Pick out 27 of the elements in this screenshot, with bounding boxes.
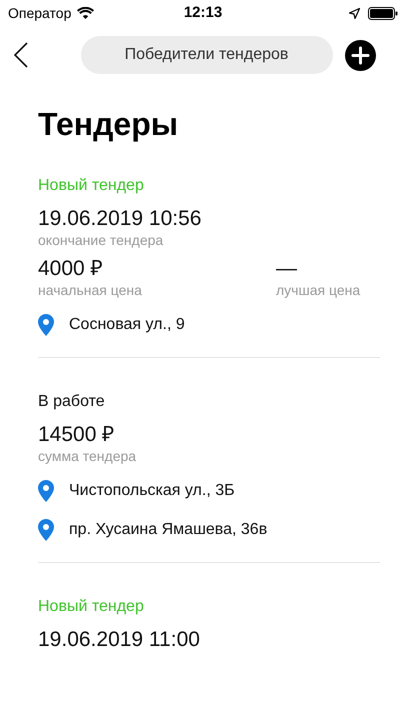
tender-status: В работе [38, 392, 106, 412]
carrier-name: Оператор [8, 4, 72, 23]
back-button[interactable] [14, 42, 28, 68]
clock: 12:13 [184, 2, 222, 23]
battery-icon [368, 6, 398, 20]
field-label: лучшая цена [276, 281, 360, 299]
price-value: 14500 ₽ [38, 423, 116, 447]
field-label: сумма тендера [38, 447, 136, 465]
tender-status: Новый тендер [38, 176, 145, 196]
tender-end-date: 19.06.2019 10:56 [38, 207, 202, 231]
location-pin-icon [38, 314, 54, 336]
winners-filter-button[interactable]: Победители тендеров [80, 36, 332, 74]
field-label: окончание тендера [38, 231, 164, 249]
address: Чистопольская ул., 3Б [69, 481, 235, 501]
wifi-icon [77, 7, 94, 19]
location-pin-icon [38, 480, 54, 502]
tender-end-date: 19.06.2019 11:00 [38, 628, 201, 652]
address: пр. Хусаина Ямашева, 36в [69, 520, 268, 540]
add-icon[interactable] [345, 40, 376, 70]
field-label: начальная цена [38, 281, 142, 299]
page-title: Тендеры [38, 106, 180, 142]
location-arrow-icon [349, 8, 360, 18]
tender-status: Новый тендер [38, 597, 145, 617]
address: Сосновая ул., 9 [69, 315, 185, 335]
price-value: 4000 ₽ [38, 257, 104, 281]
best-price-value: — [276, 257, 297, 281]
location-pin-icon [38, 519, 54, 541]
